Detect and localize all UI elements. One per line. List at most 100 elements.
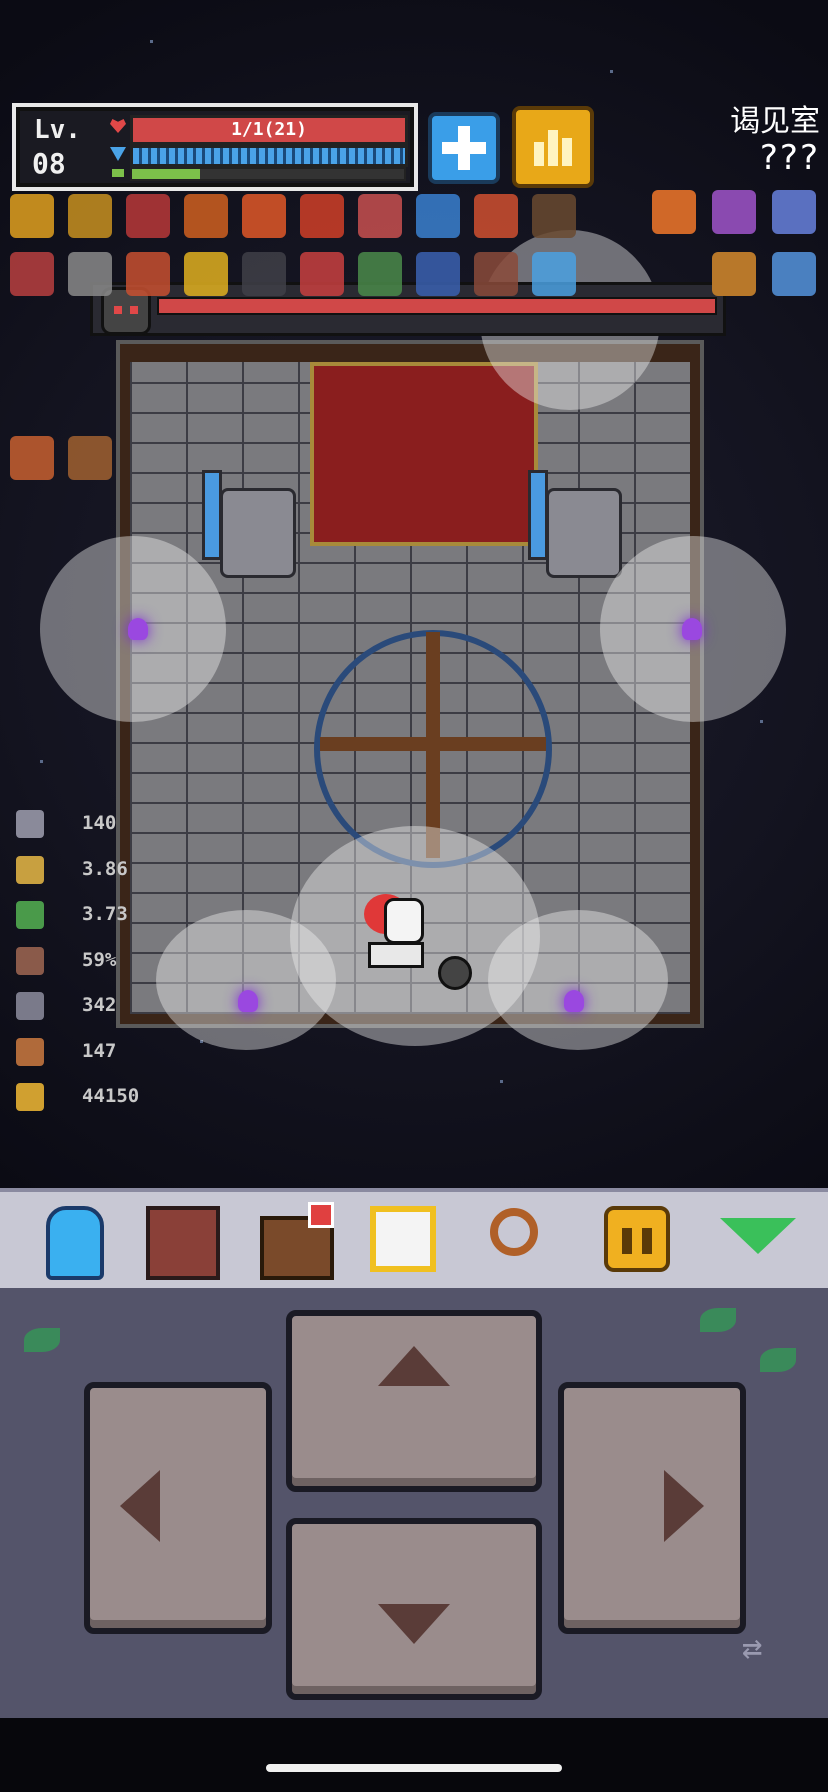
- ice-rune-icon[interactable]: [532, 252, 576, 296]
- pause-icon: [604, 1206, 670, 1272]
- flame-crown-icon[interactable]: [10, 436, 54, 480]
- iron-ball-icon: [438, 956, 472, 990]
- notification-badge: [308, 1202, 334, 1228]
- character-icon: [46, 1206, 104, 1280]
- fire-orb-icon[interactable]: [242, 194, 286, 238]
- purple-slingshot-icon[interactable]: [712, 190, 756, 234]
- add-button[interactable]: [428, 112, 500, 184]
- stat-row: 140: [16, 808, 196, 840]
- purple-flame-icon: [238, 990, 258, 1012]
- stat-row: 147: [16, 1036, 196, 1068]
- leaderboard-button[interactable]: [512, 106, 594, 188]
- stat-row: 3.86: [16, 854, 196, 886]
- stat-row: 44150: [16, 1081, 196, 1113]
- mana-icon: [110, 147, 126, 161]
- dpad-right-button[interactable]: [558, 1382, 746, 1634]
- level-value: 08: [32, 147, 66, 180]
- magnifier-icon: [490, 1208, 538, 1256]
- club-icon[interactable]: [474, 252, 518, 296]
- fire-arrow-icon[interactable]: [652, 190, 696, 234]
- bag-button[interactable]: [256, 1202, 334, 1280]
- meteor-icon[interactable]: [300, 194, 344, 238]
- player-status-panel: Lv. 08 1/1(21): [12, 103, 418, 191]
- blue-heart-icon[interactable]: [416, 194, 460, 238]
- dpad-up-button[interactable]: [286, 1310, 542, 1492]
- phoenix-icon[interactable]: [474, 194, 518, 238]
- mushroom-icon[interactable]: [126, 252, 170, 296]
- collapse-button[interactable]: [716, 1202, 796, 1276]
- crimson-sword-icon[interactable]: [126, 194, 170, 238]
- boss-hp-fill: [157, 297, 717, 315]
- heart-icon: [110, 119, 126, 133]
- player-character: [360, 888, 472, 990]
- stat-value: 147: [82, 1039, 117, 1062]
- rune-cube-icon[interactable]: [772, 190, 816, 234]
- rune-cross-vertical: [426, 632, 440, 858]
- bottom-toolbar: [0, 1188, 828, 1288]
- dpad-area: ⇄: [0, 1288, 828, 1718]
- dpad-down-button[interactable]: [286, 1518, 542, 1700]
- book-button[interactable]: [142, 1202, 220, 1280]
- green-shield-icon[interactable]: [358, 252, 402, 296]
- dpad-left-button[interactable]: [84, 1382, 272, 1634]
- search-button[interactable]: [484, 1202, 558, 1276]
- cannon-icon[interactable]: [10, 252, 54, 296]
- stat-row: 59%: [16, 945, 196, 977]
- compass-icon[interactable]: [416, 252, 460, 296]
- stat-value: 59%: [82, 948, 117, 971]
- knight-statue-left: [220, 488, 296, 578]
- leaderboard-icon-bar: [562, 138, 572, 166]
- stat-value: 140: [82, 812, 117, 834]
- pizza-icon[interactable]: [712, 252, 756, 296]
- player-body: [368, 942, 424, 968]
- stat-row: 342: [16, 990, 196, 1022]
- swap-icon[interactable]: ⇄: [742, 1628, 792, 1668]
- xp-bar: [130, 167, 406, 181]
- focus-button[interactable]: [366, 1202, 440, 1276]
- purple-flame-icon: [128, 618, 148, 640]
- crit-icon: [16, 855, 44, 884]
- golden-helm-icon[interactable]: [10, 194, 54, 238]
- bomb-icon[interactable]: [242, 252, 286, 296]
- gold-coin-icon: [16, 1083, 44, 1111]
- chevron-up-icon: [378, 1346, 450, 1386]
- golden-pear-icon[interactable]: [184, 252, 228, 296]
- vine-decoration: [24, 1328, 60, 1352]
- xp-icon: [112, 169, 124, 177]
- shield-icon: [16, 946, 44, 975]
- fang-icon[interactable]: [300, 252, 344, 296]
- hp-text: 1/1(21): [231, 119, 307, 140]
- sword-attack-icon: [16, 810, 44, 838]
- silver-axe-icon[interactable]: [68, 252, 112, 296]
- bottom-safe-area: [0, 1718, 828, 1792]
- red-carpet: [310, 362, 538, 546]
- knight-statue-right: [546, 488, 622, 578]
- player-face: [384, 898, 424, 944]
- leather-bag-icon[interactable]: [68, 436, 112, 480]
- golden-crest-icon[interactable]: [68, 194, 112, 238]
- character-button[interactable]: [34, 1202, 108, 1280]
- blue-skull-icon[interactable]: [772, 252, 816, 296]
- statue-sword-left: [202, 470, 222, 560]
- leaderboard-icon-bar: [548, 130, 558, 166]
- gray-key-icon: [16, 992, 44, 1020]
- home-indicator[interactable]: [266, 1764, 562, 1772]
- purple-flame-icon: [682, 618, 702, 640]
- focus-icon: [370, 1206, 436, 1272]
- stat-row: 3.73: [16, 899, 196, 931]
- pause-button[interactable]: [600, 1202, 674, 1276]
- room-name: 谒见室: [730, 104, 820, 139]
- stat-value: 3.73: [82, 903, 128, 925]
- statue-sword-right: [528, 470, 548, 560]
- xp-fill: [132, 169, 200, 179]
- stat-value: 44150: [82, 1085, 140, 1107]
- speed-boot-icon: [16, 901, 44, 929]
- chevron-left-icon: [120, 1470, 160, 1542]
- vine-decoration: [700, 1308, 736, 1332]
- stat-value: 342: [82, 994, 117, 1016]
- potion-icon[interactable]: [358, 194, 402, 238]
- chevron-down-icon: [378, 1604, 450, 1644]
- book-icon: [146, 1206, 220, 1280]
- lantern-icon[interactable]: [532, 194, 576, 238]
- fire-wand-icon[interactable]: [184, 194, 228, 238]
